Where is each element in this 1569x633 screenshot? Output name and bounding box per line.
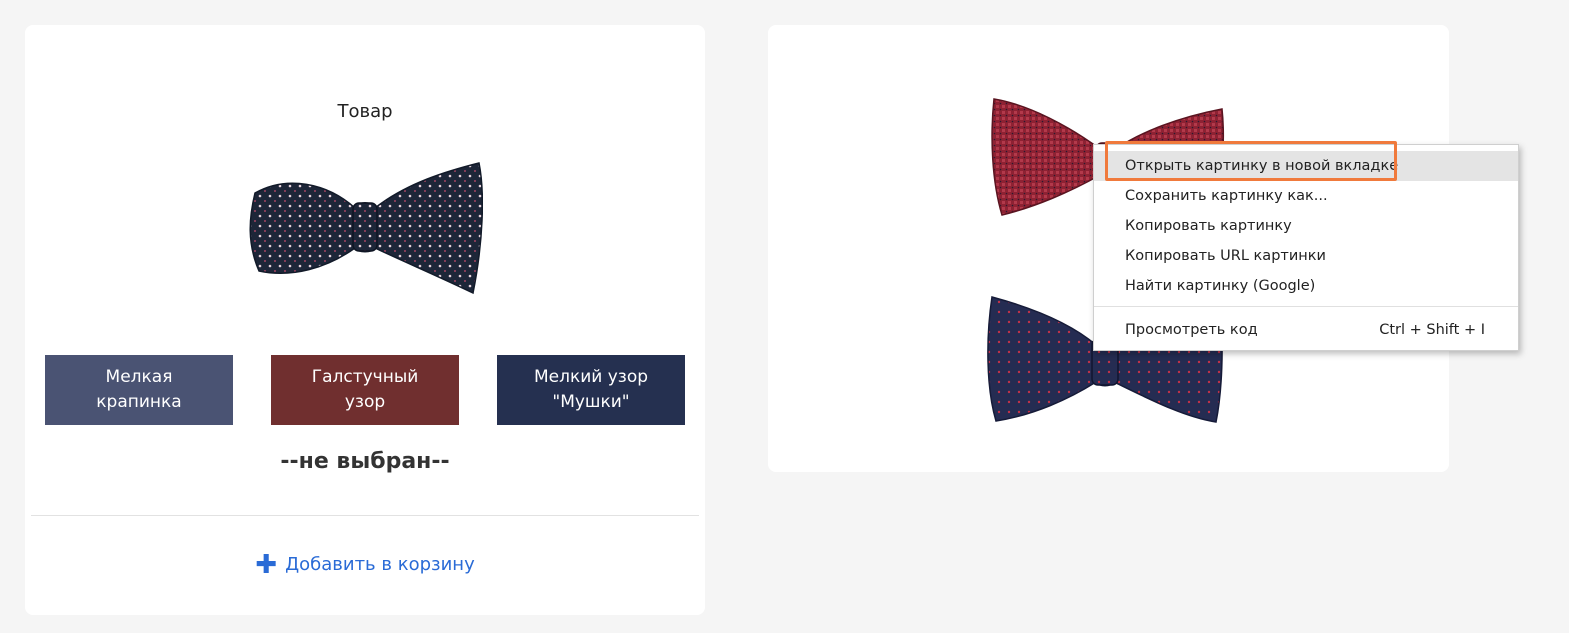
menu-item-copy-image-url[interactable]: Копировать URL картинки [1094,241,1518,271]
menu-separator [1094,306,1518,307]
menu-item-label: Открыть картинку в новой вкладке [1125,158,1399,174]
menu-item-copy-image[interactable]: Копировать картинку [1094,211,1518,241]
menu-item-label: Копировать картинку [1125,218,1292,234]
bowtie-image-dots[interactable] [247,153,483,303]
variant-button-flies-pattern[interactable]: Мелкий узор "Мушки" [497,355,685,425]
context-menu: Открыть картинку в новой вкладке Сохрани… [1093,144,1519,351]
menu-item-shortcut: Ctrl + Shift + I [1379,322,1485,338]
add-to-cart-label: Добавить в корзину [285,554,475,575]
variant-button-small-dots[interactable]: Мелкая крапинка [45,355,233,425]
variant-button-tie-pattern[interactable]: Галстучный узор [271,355,459,425]
menu-item-open-image-new-tab[interactable]: Открыть картинку в новой вкладке [1094,151,1518,181]
product-title: Товар [337,101,393,122]
menu-item-label: Просмотреть код [1125,322,1258,338]
menu-item-label: Найти картинку (Google) [1125,278,1316,294]
add-to-cart-button[interactable]: ✚ Добавить в корзину [25,549,705,580]
divider [31,515,699,516]
menu-item-label: Сохранить картинку как... [1125,188,1328,204]
product-card: Товар Мелкая крапинка Галстучный узор Ме… [25,25,705,615]
menu-item-inspect[interactable]: Просмотреть код Ctrl + Shift + I [1094,315,1518,345]
plus-icon: ✚ [255,549,278,580]
menu-item-save-image-as[interactable]: Сохранить картинку как... [1094,181,1518,211]
menu-item-label: Копировать URL картинки [1125,248,1326,264]
menu-item-search-image-google[interactable]: Найти картинку (Google) [1094,271,1518,301]
selected-variant-status: --не выбран-- [280,449,450,474]
